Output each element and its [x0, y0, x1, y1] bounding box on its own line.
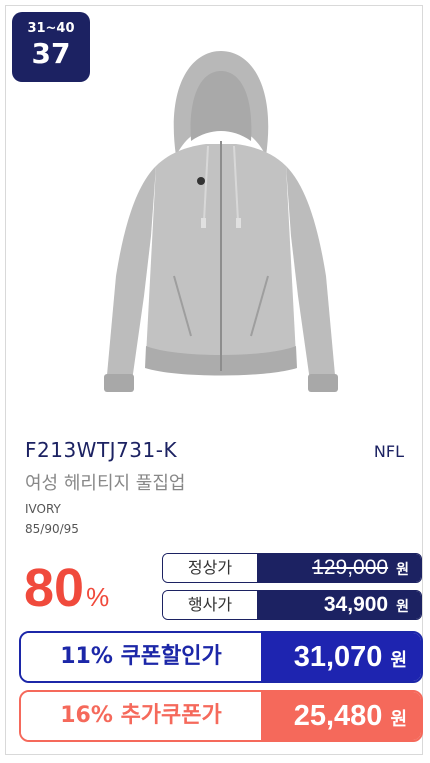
discount-unit: % [86, 582, 110, 612]
coupon-label-text: 쿠폰할인가 [120, 644, 222, 669]
product-sizes: 85/90/95 [25, 522, 79, 536]
regular-price-row: 정상가 129,000 원 [162, 553, 422, 583]
extra-coupon-price-row[interactable]: 16% 추가쿠폰가 25,480 원 [19, 690, 423, 742]
extra-coupon-price-value: 25,480 원 [261, 692, 421, 740]
brand-name: NFL [373, 442, 404, 461]
event-price-label: 행사가 [163, 591, 257, 619]
product-image[interactable] [96, 46, 346, 406]
coupon-price-row[interactable]: 11% 쿠폰할인가 31,070 원 [19, 631, 423, 683]
discount-value: 80 [24, 558, 85, 618]
rank-badge: 31~40 37 [12, 12, 90, 82]
regular-price-amount: 129,000 [312, 556, 389, 579]
coupon-price-value: 31,070 원 [261, 633, 421, 681]
coupon-price-amount: 31,070 [293, 641, 383, 673]
event-price-amount: 34,900 [323, 593, 389, 616]
extra-coupon-price-unit: 원 [390, 709, 407, 729]
event-price-row: 행사가 34,900 원 [162, 590, 422, 620]
discount-rate: 80% [24, 558, 109, 618]
extra-coupon-label: 16% 추가쿠폰가 [21, 692, 261, 740]
regular-price-label: 정상가 [163, 554, 257, 582]
product-card[interactable]: 31~40 37 F213WTJ731-K NFL 여성 헤리티지 풀집업 IV… [5, 5, 423, 755]
regular-price-unit: 원 [396, 561, 409, 577]
coupon-price-label: 11% 쿠폰할인가 [21, 633, 261, 681]
product-code: F213WTJ731-K [25, 438, 178, 462]
coupon-percent: 11% [60, 644, 113, 669]
extra-coupon-label-text: 추가쿠폰가 [120, 703, 222, 728]
regular-price-value: 129,000 원 [257, 554, 421, 582]
extra-coupon-price-amount: 25,480 [293, 700, 383, 732]
product-name[interactable]: 여성 헤리티지 풀집업 [25, 469, 185, 495]
rank-number: 37 [31, 37, 71, 70]
extra-coupon-percent: 16% [60, 703, 113, 728]
coupon-price-unit: 원 [390, 650, 407, 670]
rank-range: 31~40 [27, 21, 75, 36]
product-color: IVORY [25, 502, 61, 516]
event-price-unit: 원 [396, 598, 409, 614]
event-price-value: 34,900 원 [257, 591, 421, 619]
